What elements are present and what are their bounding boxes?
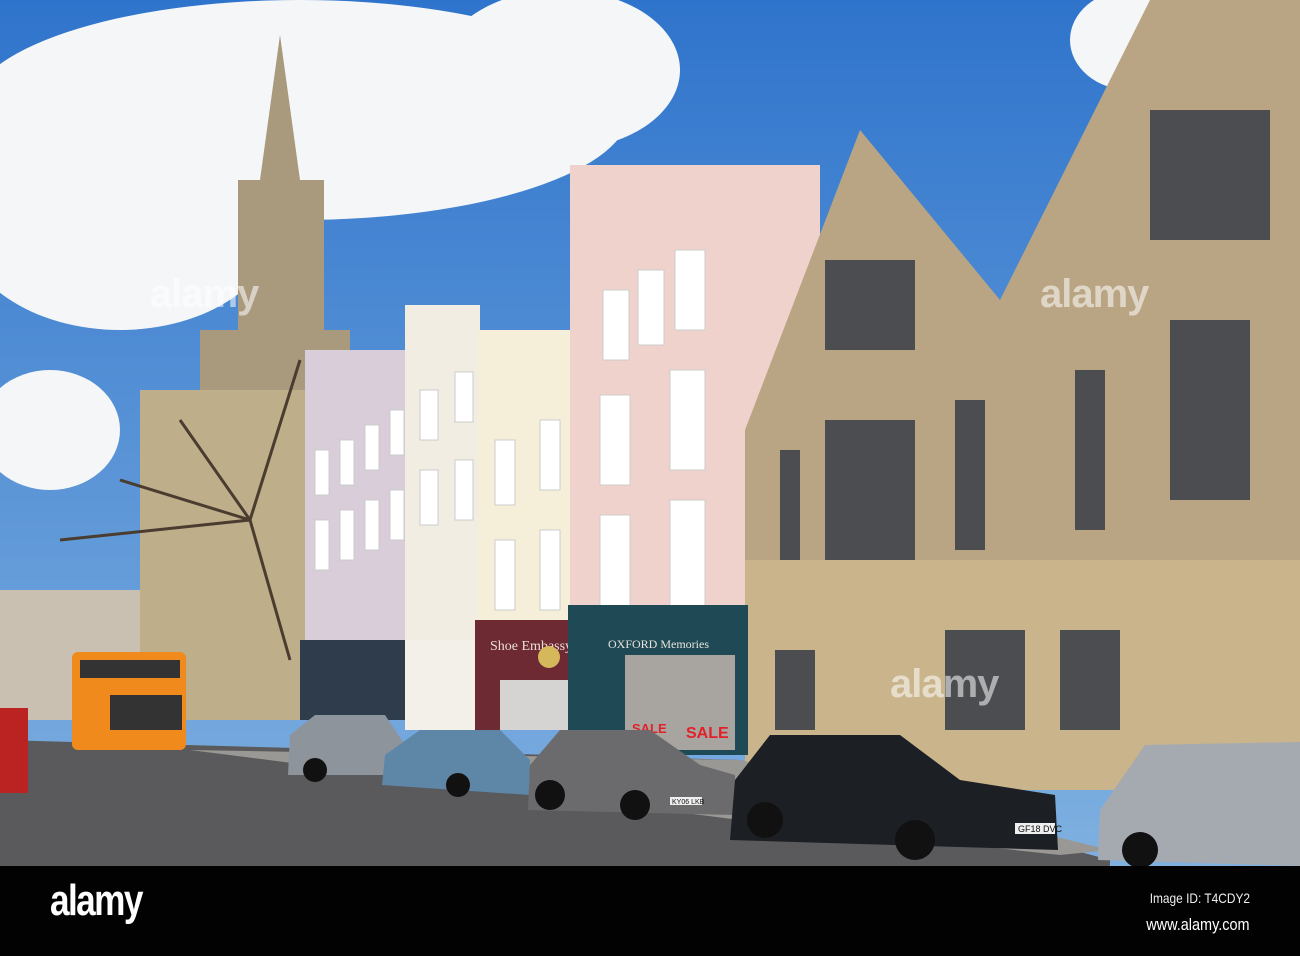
alamy-logo: alamy — [50, 876, 143, 925]
sale-sign-right: SALE — [686, 725, 729, 742]
website-url: www.alamy.com — [1146, 915, 1250, 934]
watermark: alamy — [1040, 272, 1149, 316]
shop-sign-oxford-memories: OXFORD Memories — [608, 637, 709, 651]
stock-photo: Shoe Embassy OXFORD Memories SALE SALE K… — [0, 0, 1300, 956]
shopfront-navy — [300, 640, 410, 720]
license-plate-silver-car: KY06 LKB — [672, 799, 705, 806]
street-scene-photo: Shoe Embassy OXFORD Memories SALE SALE K… — [0, 0, 1300, 866]
watermark: alamy — [890, 662, 999, 706]
shoe-embassy-shop: Shoe Embassy — [475, 620, 572, 730]
shopfront-white — [405, 640, 475, 730]
watermark: alamy — [150, 272, 259, 316]
cream-building — [478, 330, 576, 630]
license-plate-black-car: GF18 DVC — [1018, 824, 1063, 834]
shop-sign-shoe-embassy: Shoe Embassy — [490, 639, 572, 654]
footer-bar — [0, 866, 1300, 956]
red-van — [0, 708, 28, 793]
orange-double-decker-bus — [72, 652, 186, 750]
image-id: Image ID: T4CDY2 — [1149, 890, 1250, 906]
